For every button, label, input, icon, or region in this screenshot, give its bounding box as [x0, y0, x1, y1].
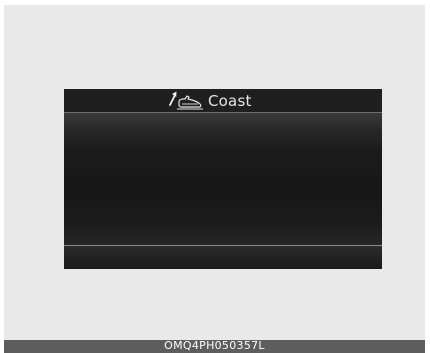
coast-icon — [177, 95, 203, 110]
figure-caption: OMQ4PH050357L — [164, 339, 265, 352]
mode-indicator: Coast — [168, 90, 252, 112]
display-footer-bar — [64, 245, 382, 269]
display-title-bar: Coast — [64, 89, 382, 113]
mode-label: Coast — [208, 92, 252, 110]
cluster-display: Coast — [64, 89, 382, 269]
display-content-area — [64, 113, 382, 245]
caption-bar: OMQ4PH050357L — [4, 339, 425, 353]
figure-panel: Coast — [4, 5, 425, 340]
